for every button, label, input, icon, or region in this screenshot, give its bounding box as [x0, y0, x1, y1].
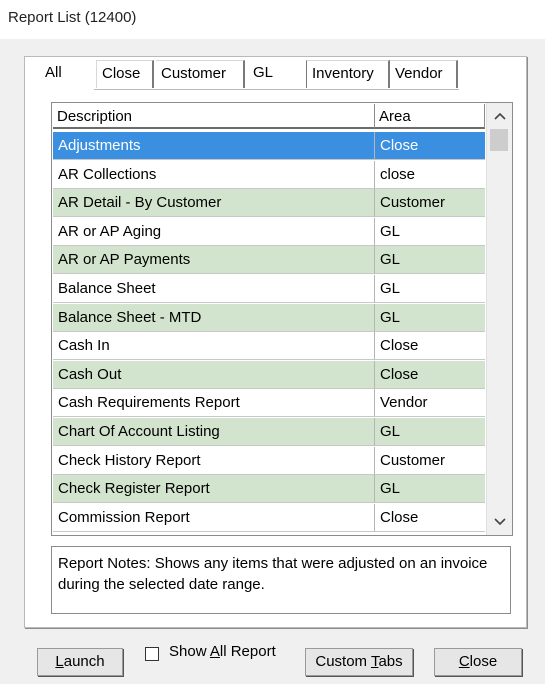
cell-description: Check History Report	[53, 447, 375, 475]
table-row[interactable]: AR or AP Aging GL	[53, 218, 485, 246]
launch-button[interactable]: Launch	[37, 648, 123, 676]
column-header-area[interactable]: Area	[375, 104, 485, 129]
cell-area: GL	[375, 304, 485, 332]
cell-description: AR or AP Aging	[53, 218, 375, 246]
title-bar: Report List (12400)	[0, 0, 545, 39]
tab-divider	[94, 89, 459, 90]
chevron-down-icon[interactable]	[487, 511, 512, 533]
column-header-description[interactable]: Description	[53, 104, 375, 129]
launch-label-key: L	[55, 653, 64, 670]
table-row[interactable]: Check History Report Customer	[53, 447, 485, 475]
cell-area: Close	[375, 332, 485, 360]
launch-label-post: aunch	[63, 653, 105, 670]
cell-description: Cash Out	[53, 361, 375, 389]
cell-description: Cash Requirements Report	[53, 389, 375, 417]
cell-description: Balance Sheet - MTD	[53, 304, 375, 332]
cell-description: AR or AP Payments	[53, 246, 375, 274]
table-row[interactable]: Balance Sheet - MTD GL	[53, 304, 485, 332]
tab-inventory[interactable]: Inventory	[306, 60, 390, 88]
cell-description: AR Collections	[53, 161, 375, 189]
table-row[interactable]: AR or AP Payments GL	[53, 246, 485, 274]
tab-customer[interactable]: Customer	[156, 60, 245, 88]
custom-tabs-label-pre: Custom	[315, 653, 371, 670]
tab-vendor[interactable]: Vendor	[390, 60, 458, 88]
cell-area: Close	[375, 361, 485, 389]
tab-close[interactable]: Close	[96, 60, 154, 88]
cell-description: AR Detail - By Customer	[53, 189, 375, 217]
table-row[interactable]: Cash Requirements Report Vendor	[53, 389, 485, 417]
close-button[interactable]: Close	[434, 648, 522, 676]
cell-description: Adjustments	[53, 132, 375, 160]
report-list-window: Report List (12400) All Close Customer G…	[0, 0, 545, 684]
scroll-thumb[interactable]	[490, 129, 508, 151]
custom-tabs-button[interactable]: Custom Tabs	[305, 648, 413, 676]
table-row[interactable]: Balance Sheet GL	[53, 275, 485, 303]
cell-description: Balance Sheet	[53, 275, 375, 303]
cell-area: GL	[375, 275, 485, 303]
close-label-post: lose	[469, 653, 498, 670]
show-all-label-pre: Show	[169, 643, 210, 660]
cell-area: GL	[375, 246, 485, 274]
report-notes: Report Notes: Shows any items that were …	[51, 546, 511, 614]
cell-area: GL	[375, 475, 485, 503]
show-all-label[interactable]: Show All Report	[169, 643, 276, 660]
table-row[interactable]: Commission Report Close	[53, 504, 485, 532]
cell-area: GL	[375, 218, 485, 246]
table-row[interactable]: Adjustments Close	[53, 132, 485, 160]
cell-description: Commission Report	[53, 504, 375, 532]
cell-area: Close	[375, 504, 485, 532]
cell-area: Vendor	[375, 389, 485, 417]
window-title: Report List (12400)	[8, 9, 137, 26]
table-row[interactable]: Check Register Report GL	[53, 475, 485, 503]
cell-area: GL	[375, 418, 485, 446]
cell-description: Chart Of Account Listing	[53, 418, 375, 446]
show-all-label-post: ll Report	[219, 643, 276, 660]
custom-tabs-label-post: abs	[378, 653, 403, 670]
tab-all[interactable]: All	[40, 60, 67, 88]
cell-area: Close	[375, 132, 485, 160]
chevron-up-icon[interactable]	[487, 105, 512, 127]
table-row[interactable]: Cash In Close	[53, 332, 485, 360]
report-grid[interactable]: Description Area Adjustments Close AR Coll…	[51, 102, 513, 536]
show-all-label-key: A	[209, 643, 220, 660]
close-label-key: C	[458, 653, 470, 670]
table-row[interactable]: Cash Out Close	[53, 361, 485, 389]
table-row[interactable]: Chart Of Account Listing GL	[53, 418, 485, 446]
table-row[interactable]: AR Collections close	[53, 161, 485, 189]
show-all-checkbox[interactable]	[145, 647, 159, 661]
table-row[interactable]: AR Detail - By Customer Customer	[53, 189, 485, 217]
grid-header: Description Area	[53, 104, 485, 131]
cell-description: Cash In	[53, 332, 375, 360]
vertical-scrollbar[interactable]	[486, 103, 512, 535]
cell-area: close	[375, 161, 485, 189]
cell-area: Customer	[375, 189, 485, 217]
tab-gl[interactable]: GL	[248, 60, 304, 88]
cell-description: Check Register Report	[53, 475, 375, 503]
cell-area: Customer	[375, 447, 485, 475]
